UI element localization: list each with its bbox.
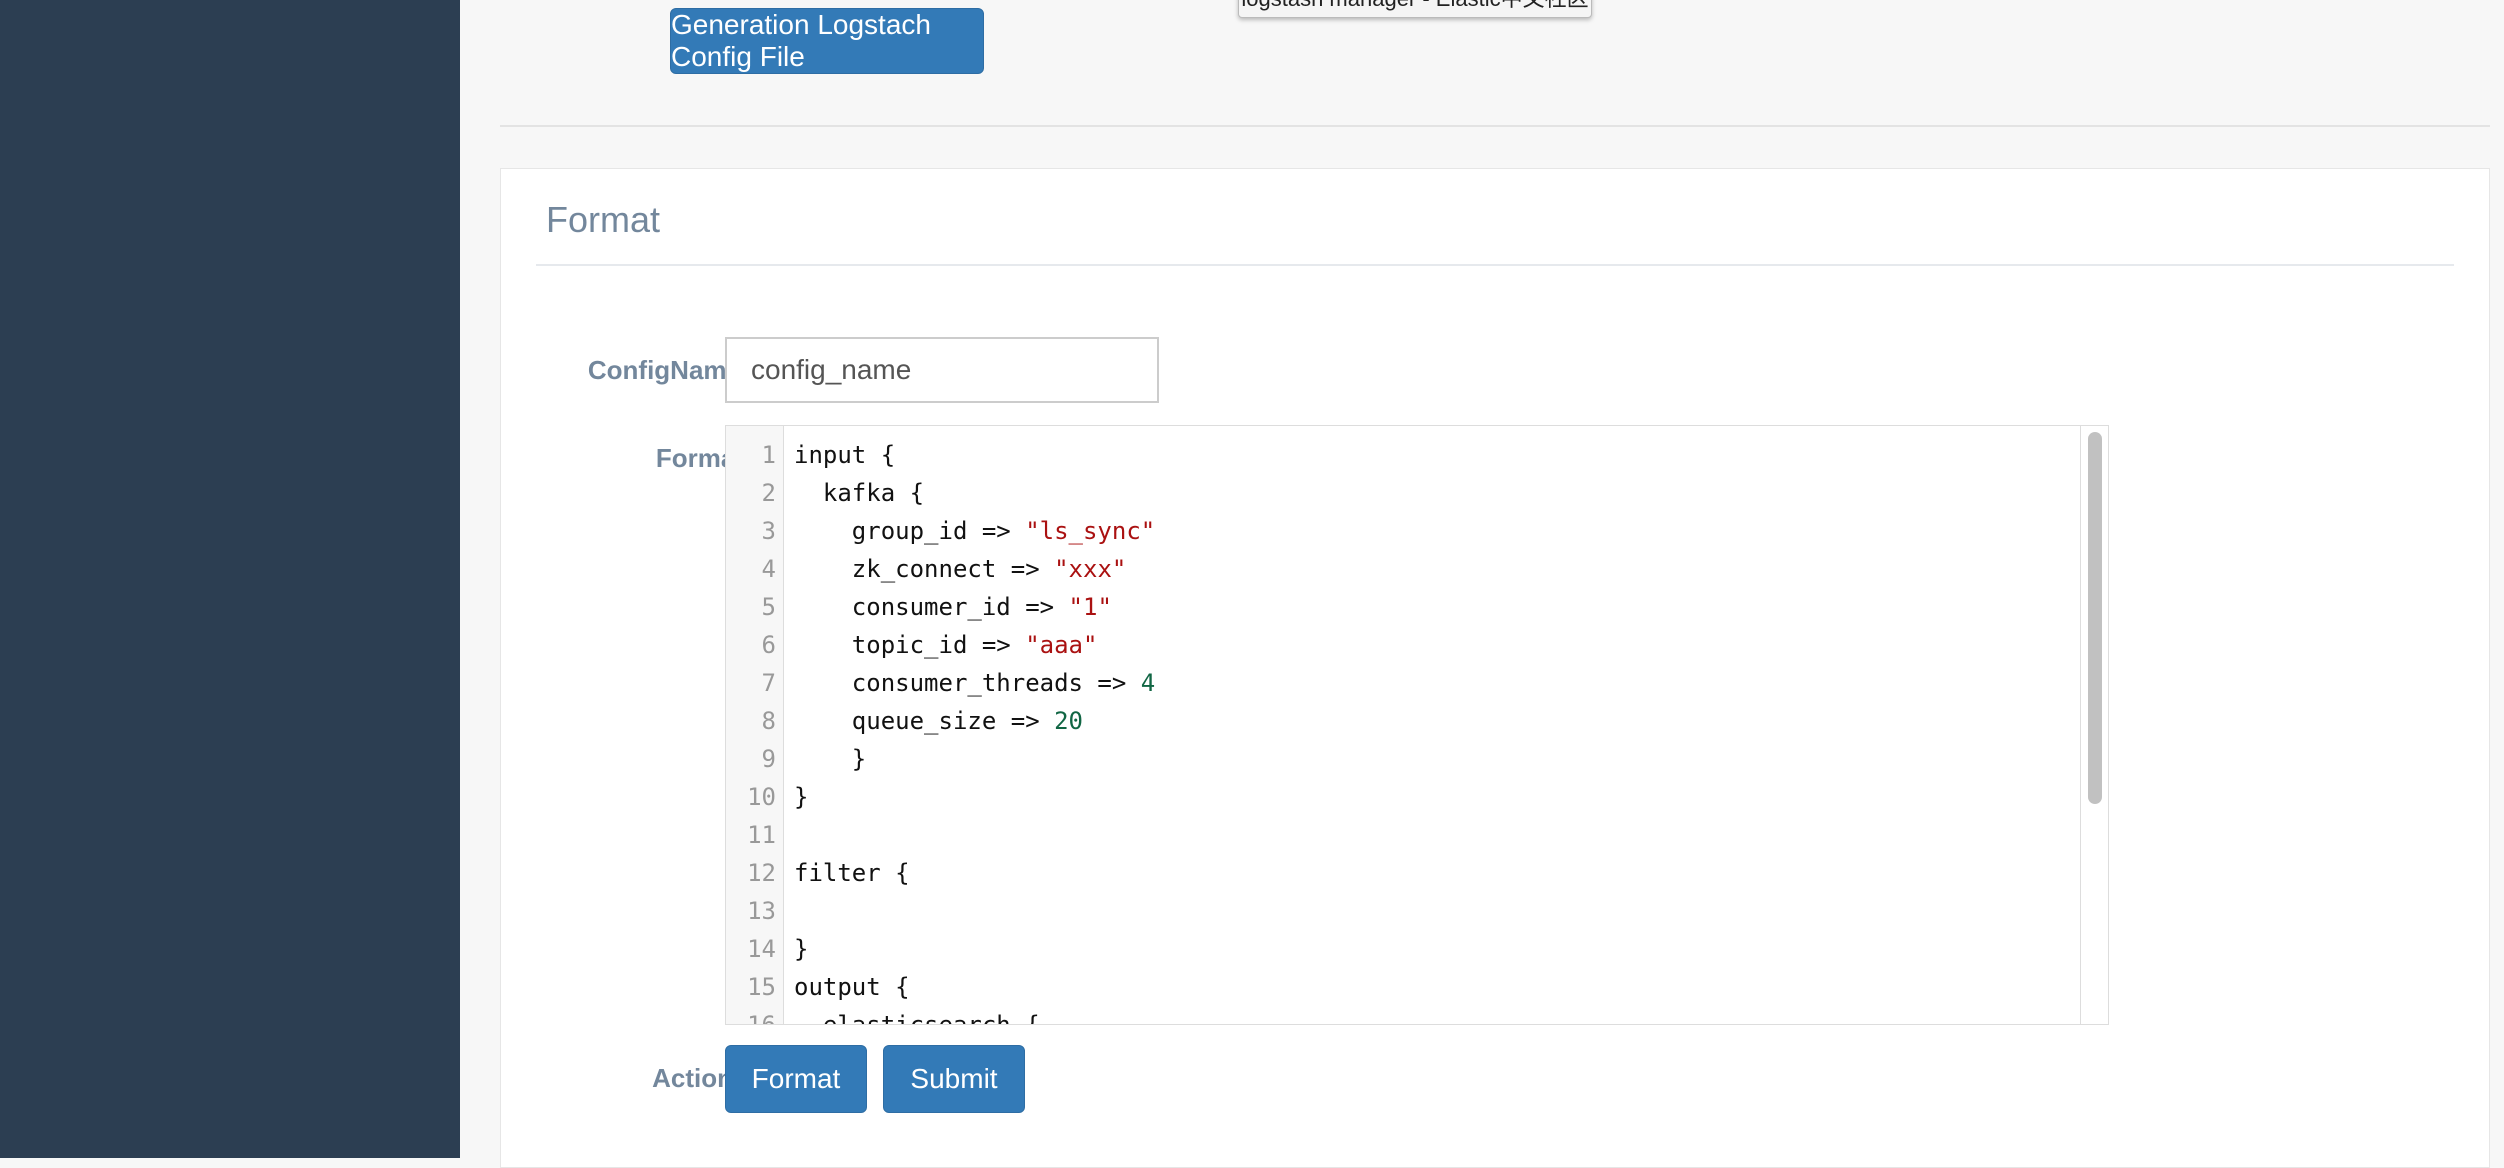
code-token: output {	[794, 973, 910, 1001]
code-text: input {	[794, 436, 895, 474]
editor-scrollbar[interactable]	[2080, 426, 2108, 1024]
code-line: 11	[726, 816, 2076, 854]
scrollbar-thumb[interactable]	[2088, 432, 2102, 804]
code-token: }	[794, 745, 867, 773]
format-label: Format	[655, 443, 744, 473]
code-text: consumer_threads => 4	[794, 664, 1155, 702]
line-number: 9	[761, 745, 776, 773]
code-token: consumer_id =>	[794, 593, 1069, 621]
code-token: input {	[794, 441, 896, 469]
submit-button[interactable]: Submit	[883, 1045, 1025, 1113]
string-literal: "ls_sync"	[1025, 517, 1156, 545]
string-literal: "1"	[1068, 593, 1112, 621]
code-line: 13	[726, 892, 2076, 930]
code-line: 1 input {	[726, 436, 2076, 474]
number-literal: 20	[1054, 707, 1083, 735]
code-token: }	[794, 935, 809, 963]
code-token: zk_connect =>	[794, 555, 1055, 583]
code-line: 3 group_id => "ls_sync"	[726, 512, 2076, 550]
code-token: }	[794, 783, 809, 811]
divider	[500, 125, 2490, 127]
line-number: 13	[747, 897, 776, 925]
code-line: 6 topic_id => "aaa"	[726, 626, 2076, 664]
code-text: }	[794, 930, 808, 968]
code-text: consumer_id => "1"	[794, 588, 1112, 626]
code-token: filter {	[794, 859, 910, 887]
code-line: 10}	[726, 778, 2076, 816]
code-line: 12 filter {	[726, 854, 2076, 892]
string-literal: "aaa"	[1025, 631, 1098, 659]
code-text: group_id => "ls_sync"	[794, 512, 1155, 550]
code-line: 7 consumer_threads => 4	[726, 664, 2076, 702]
action-label: Action	[652, 1063, 733, 1093]
code-editor[interactable]: 1 input {2 kafka {3 group_id => "ls_sync"…	[725, 425, 2109, 1025]
number-literal: 4	[1140, 669, 1156, 697]
line-number: 12	[747, 859, 776, 887]
line-number: 3	[761, 517, 776, 545]
panel-title: Format	[546, 199, 661, 240]
code-text: queue_size => 20	[794, 702, 1083, 740]
string-literal: "xxx"	[1054, 555, 1127, 583]
code-text: elasticsearch {	[794, 1006, 1040, 1025]
line-number: 1	[761, 441, 776, 469]
code-text: kafka {	[794, 474, 924, 512]
code-text: output {	[794, 968, 910, 1006]
code-line: 14}	[726, 930, 2076, 968]
line-number: 14	[747, 935, 776, 963]
config-name-label: ConfigName	[587, 355, 741, 385]
code-token: group_id =>	[794, 517, 1026, 545]
code-text: zk_connect => "xxx"	[794, 550, 1127, 588]
code-line: 5 consumer_id => "1"	[726, 588, 2076, 626]
code-text: }	[794, 740, 866, 778]
line-number: 10	[747, 783, 776, 811]
code-line: 2 kafka {	[726, 474, 2076, 512]
code-line: 9 }	[726, 740, 2076, 778]
code-line: 8 queue_size => 20	[726, 702, 2076, 740]
line-number: 15	[747, 973, 776, 1001]
code-text: filter {	[794, 854, 910, 892]
main-content: Generation Logstach Config File logstash…	[460, 0, 2504, 1168]
code-line: 16 elasticsearch {	[726, 1006, 2076, 1025]
config-name-input[interactable]	[725, 337, 1159, 403]
line-number: 16	[747, 1011, 776, 1025]
code-line: 4 zk_connect => "xxx"	[726, 550, 2076, 588]
panel-divider	[536, 264, 2454, 266]
code-token: kafka {	[794, 479, 925, 507]
line-number: 2	[761, 479, 776, 507]
line-number: 11	[747, 821, 776, 849]
sidebar	[0, 0, 460, 1158]
line-number: 5	[761, 593, 776, 621]
code-text: }	[794, 778, 808, 816]
code-line: 15 output {	[726, 968, 2076, 1006]
code-token: consumer_threads =>	[794, 669, 1141, 697]
line-number: 7	[761, 669, 776, 697]
line-number: 4	[761, 555, 776, 583]
format-panel: Format ConfigName Format 1 input { 2 kafka…	[500, 168, 2490, 1168]
generate-config-button[interactable]: Generation Logstach Config File	[670, 8, 984, 74]
line-number: 8	[761, 707, 776, 735]
code-text: topic_id => "aaa"	[794, 626, 1098, 664]
line-number: 6	[761, 631, 776, 659]
code-token: queue_size =>	[794, 707, 1055, 735]
code-token: elasticsearch {	[794, 1011, 1040, 1025]
code-token: topic_id =>	[794, 631, 1026, 659]
tooltip: logstash manager - Elastic中文社区	[1238, 0, 1592, 18]
format-button[interactable]: Format	[725, 1045, 867, 1113]
